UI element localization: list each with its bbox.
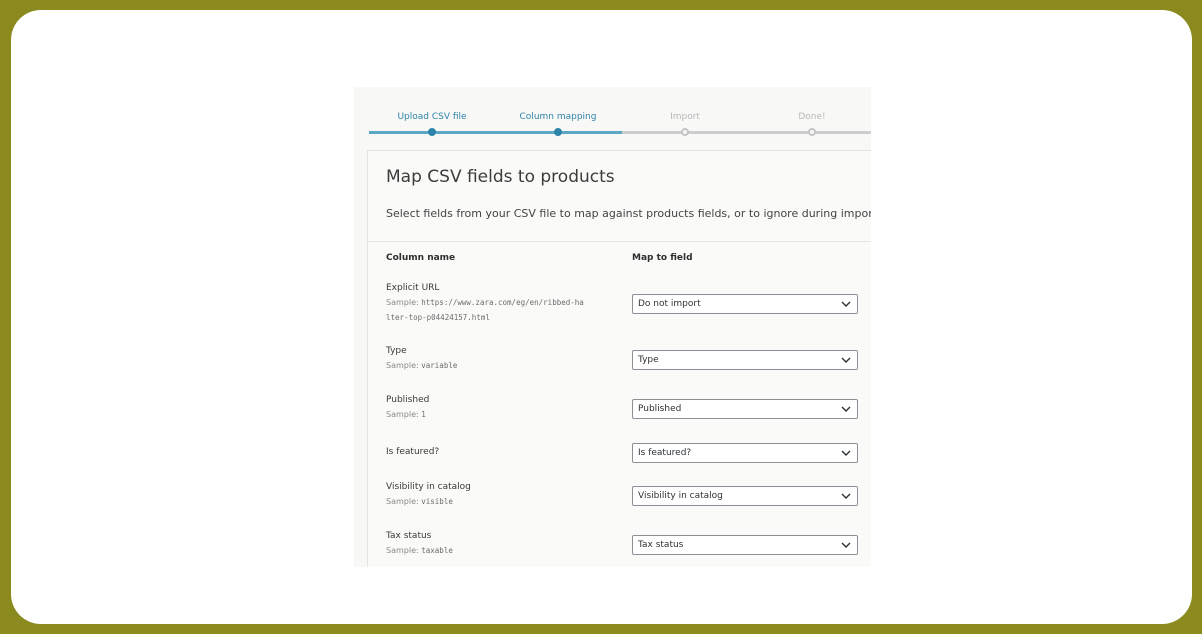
mapping-panel: Map CSV fields to products Select fields… [367, 150, 871, 567]
map-to-field-select[interactable]: Type [632, 350, 858, 370]
column-name-header: Column name [386, 253, 456, 263]
step-import-dot [681, 128, 689, 136]
progress-track-remaining [622, 131, 871, 134]
sample-value: visible [421, 497, 453, 506]
panel-header: Map CSV fields to products Select fields… [368, 151, 871, 242]
sample-value: variable [421, 361, 458, 370]
field-sample: Sample: visible [386, 494, 453, 509]
white-card: Upload CSV file Column mapping Import Do… [11, 10, 1192, 624]
select-value: Published [638, 404, 682, 414]
map-to-field-header: Map to field [632, 253, 693, 263]
step-import-label: Import [670, 112, 700, 122]
step-upload-csv-label: Upload CSV file [397, 112, 467, 122]
sample-value: taxable [421, 546, 453, 555]
select-value: Tax status [638, 540, 684, 550]
field-name: Visibility in catalog [386, 482, 471, 492]
progress-track-complete [369, 131, 622, 134]
sample-prefix: Sample: [386, 410, 419, 419]
map-to-field-select[interactable]: Published [632, 399, 858, 419]
select-value: Visibility in catalog [638, 491, 723, 501]
map-to-field-select[interactable]: Is featured? [632, 443, 858, 463]
importer-screenshot: Upload CSV file Column mapping Import Do… [354, 87, 871, 567]
page-title: Map CSV fields to products [386, 167, 615, 187]
field-name: Type [386, 346, 407, 356]
map-to-field-select[interactable]: Do not import [632, 294, 858, 314]
step-done-label: Done! [798, 112, 826, 122]
field-sample: Sample: taxable [386, 543, 453, 558]
field-sample: Sample: 1 [386, 407, 426, 422]
field-sample: Sample: variable [386, 358, 457, 373]
field-name: Tax status [386, 531, 432, 541]
step-upload-csv-dot [428, 128, 436, 136]
step-column-mapping-label: Column mapping [519, 112, 597, 122]
chevron-down-icon [841, 301, 851, 307]
sample-prefix: Sample: [386, 298, 419, 307]
chevron-down-icon [841, 450, 851, 456]
map-to-field-select[interactable]: Visibility in catalog [632, 486, 858, 506]
field-name: Published [386, 395, 430, 405]
sample-value: 1 [421, 410, 426, 419]
select-value: Type [638, 355, 659, 365]
map-to-field-select[interactable]: Tax status [632, 535, 858, 555]
sample-prefix: Sample: [386, 361, 419, 370]
page-description: Select fields from your CSV file to map … [386, 207, 871, 220]
select-value: Do not import [638, 299, 701, 309]
select-value: Is featured? [638, 448, 692, 458]
field-name: Explicit URL [386, 283, 440, 293]
field-name: Is featured? [386, 447, 440, 457]
step-done-dot [808, 128, 816, 136]
sample-value-line2: lter-top-p04424157.html [386, 313, 490, 322]
step-column-mapping-dot [554, 128, 562, 136]
chevron-down-icon [841, 357, 851, 363]
chevron-down-icon [841, 542, 851, 548]
sample-value-line1: https://www.zara.com/eg/en/ribbed-ha [421, 298, 584, 307]
field-sample: Sample: https://www.zara.com/eg/en/ribbe… [386, 295, 584, 325]
chevron-down-icon [841, 493, 851, 499]
sample-prefix: Sample: [386, 546, 419, 555]
sample-prefix: Sample: [386, 497, 419, 506]
page-background: Upload CSV file Column mapping Import Do… [0, 0, 1202, 634]
chevron-down-icon [841, 406, 851, 412]
progress-steps: Upload CSV file Column mapping Import Do… [354, 87, 871, 149]
